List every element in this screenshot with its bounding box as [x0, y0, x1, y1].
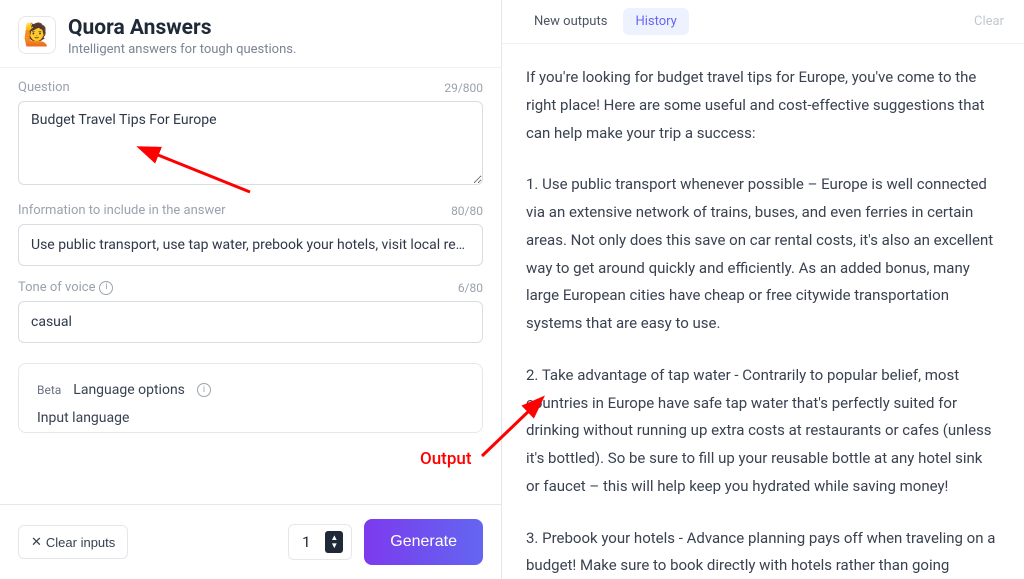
output-paragraph: 1. Use public transport whenever possibl… [526, 171, 998, 338]
language-options-card: Beta Language options i Input language [18, 363, 483, 433]
tone-count: 6/80 [458, 281, 483, 295]
right-panel: New outputs History Clear If you're look… [502, 0, 1024, 579]
clear-inputs-button[interactable]: ✕ Clear inputs [18, 525, 128, 559]
tone-label: Tone of voice i [18, 280, 113, 295]
clear-output-button[interactable]: Clear [974, 14, 1004, 29]
info-icon[interactable]: i [197, 383, 211, 397]
question-label: Question [18, 80, 70, 95]
generate-button[interactable]: Generate [364, 519, 483, 565]
quantity-value: 1 [297, 533, 315, 551]
clear-inputs-label: Clear inputs [46, 535, 115, 550]
page-subtitle: Intelligent answers for tough questions. [68, 42, 296, 57]
left-footer: ✕ Clear inputs 1 ▲▼ Generate [0, 504, 501, 579]
output-tabs: New outputs History Clear [502, 0, 1024, 44]
left-scroll-area[interactable]: 🙋 Quora Answers Intelligent answers for … [0, 0, 501, 504]
beta-badge: Beta [37, 383, 61, 397]
question-input[interactable] [18, 101, 483, 185]
left-panel: 🙋 Quora Answers Intelligent answers for … [0, 0, 502, 579]
tab-history[interactable]: History [623, 8, 688, 35]
tab-new-outputs[interactable]: New outputs [522, 8, 619, 35]
output-paragraph: If you're looking for budget travel tips… [526, 64, 998, 147]
output-content[interactable]: If you're looking for budget travel tips… [502, 44, 1024, 579]
lang-options-title: Language options [73, 382, 185, 398]
input-language-label: Input language [37, 410, 464, 426]
info-label: Information to include in the answer [18, 203, 226, 218]
info-icon[interactable]: i [99, 281, 113, 295]
tone-input[interactable] [18, 301, 483, 343]
input-form: Question 29/800 Information to include i… [0, 68, 501, 361]
output-paragraph: 2. Take advantage of tap water - Contrar… [526, 362, 998, 501]
page-title: Quora Answers [68, 16, 296, 40]
info-input[interactable] [18, 224, 483, 266]
close-icon: ✕ [31, 534, 42, 550]
stepper-icon[interactable]: ▲▼ [325, 531, 343, 553]
info-count: 80/80 [451, 204, 483, 218]
tone-label-text: Tone of voice [18, 280, 95, 295]
app-logo-icon: 🙋 [18, 16, 56, 54]
quantity-stepper[interactable]: 1 ▲▼ [288, 524, 352, 560]
question-count: 29/800 [444, 81, 483, 95]
app-header: 🙋 Quora Answers Intelligent answers for … [0, 0, 501, 68]
output-paragraph: 3. Prebook your hotels - Advance plannin… [526, 525, 998, 579]
